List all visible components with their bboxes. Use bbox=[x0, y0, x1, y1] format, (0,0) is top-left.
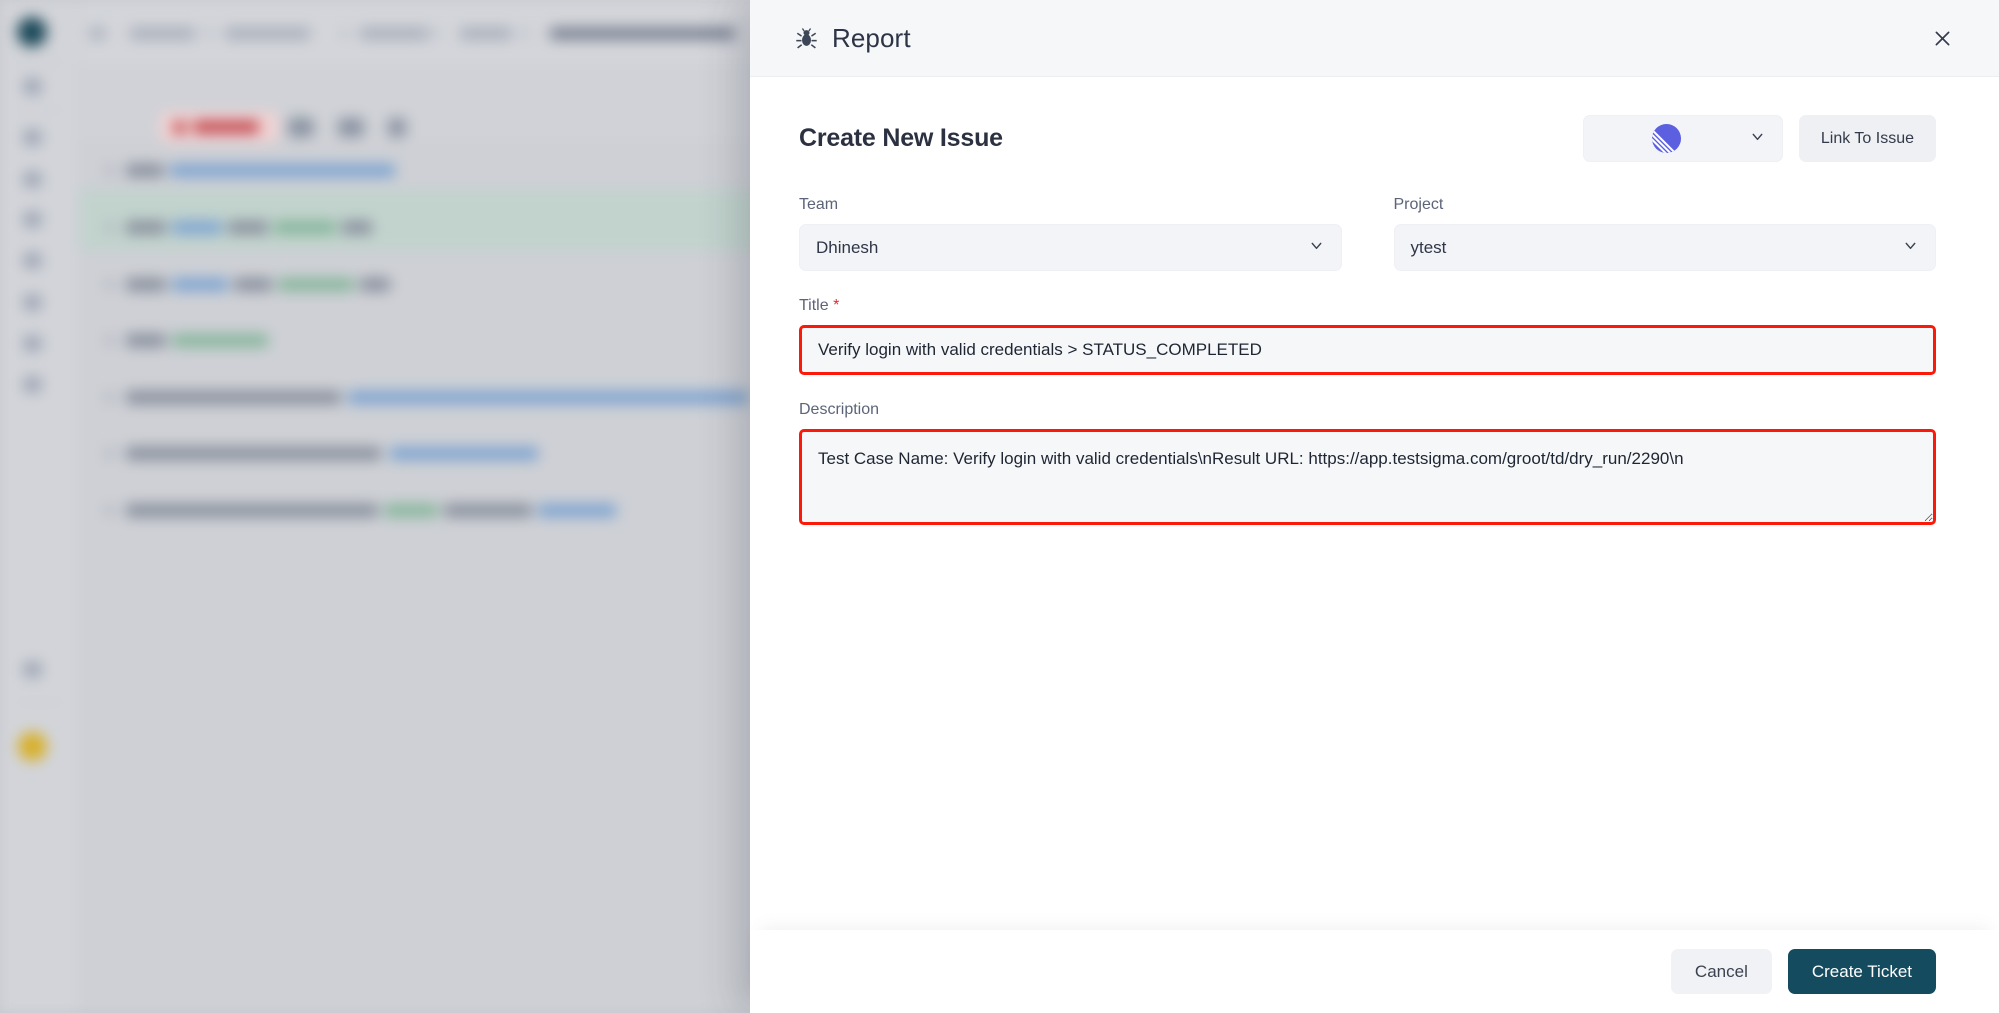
title-field: Title * bbox=[799, 297, 1936, 375]
required-marker: * bbox=[833, 297, 840, 314]
avatar bbox=[18, 732, 47, 761]
team-select[interactable]: Dhinesh bbox=[799, 224, 1342, 271]
create-ticket-button[interactable]: Create Ticket bbox=[1787, 949, 1936, 994]
description-textarea[interactable] bbox=[799, 429, 1936, 525]
bug-icon bbox=[794, 26, 819, 51]
sidebar-item-3 bbox=[24, 172, 41, 187]
toolbar-icon-2 bbox=[338, 118, 364, 137]
team-value: Dhinesh bbox=[816, 237, 879, 257]
chevron-down-icon bbox=[1308, 237, 1325, 259]
toolbar-icon-1 bbox=[288, 118, 314, 137]
toolbar-icon-3 bbox=[388, 118, 406, 137]
project-select[interactable]: ytest bbox=[1393, 224, 1936, 271]
panel-footer: Cancel Create Ticket bbox=[750, 930, 1999, 1013]
section-header: Create New Issue Link To Issue bbox=[799, 115, 1936, 162]
sidebar-item-4 bbox=[24, 212, 41, 227]
sidebar-help-icon bbox=[24, 662, 41, 677]
top-controls: Link To Issue bbox=[1582, 115, 1936, 162]
section-title: Create New Issue bbox=[799, 124, 1003, 152]
sidebar-item-8 bbox=[24, 377, 41, 392]
linear-logo-icon bbox=[1584, 123, 1749, 154]
sidebar-item-7 bbox=[24, 336, 41, 351]
status-dot-icon bbox=[173, 121, 186, 134]
title-input[interactable] bbox=[799, 325, 1936, 375]
sidebar-item-1 bbox=[24, 79, 41, 94]
link-to-issue-button[interactable]: Link To Issue bbox=[1798, 115, 1936, 162]
project-label: Project bbox=[1393, 196, 1444, 213]
close-icon[interactable] bbox=[1925, 21, 1959, 55]
app-logo-icon bbox=[17, 17, 47, 47]
description-field: Description bbox=[799, 401, 1936, 530]
report-panel: Report Create New Issue Link To Issue Te… bbox=[750, 0, 1999, 1013]
title-label: Title * bbox=[799, 297, 840, 314]
app-screen: Report Create New Issue Link To Issue Te… bbox=[0, 0, 1999, 1013]
status-badge-label bbox=[193, 121, 259, 133]
chevron-down-icon bbox=[1749, 128, 1766, 150]
description-label: Description bbox=[799, 401, 880, 418]
project-value: ytest bbox=[1410, 237, 1447, 257]
project-field: Project ytest bbox=[1393, 196, 1936, 271]
team-project-row: Team Dhinesh Project ytest bbox=[799, 196, 1936, 271]
team-field: Team Dhinesh bbox=[799, 196, 1342, 271]
panel-body: Create New Issue Link To Issue Team Dhin… bbox=[750, 77, 1999, 930]
panel-title: Report bbox=[832, 22, 911, 53]
panel-header: Report bbox=[750, 0, 1999, 77]
sidebar-item-5 bbox=[24, 253, 41, 268]
cancel-button[interactable]: Cancel bbox=[1670, 949, 1772, 994]
sidebar-item-2 bbox=[24, 130, 41, 145]
provider-select[interactable] bbox=[1582, 115, 1783, 162]
sidebar-item-6 bbox=[24, 295, 41, 310]
chevron-down-icon bbox=[1902, 237, 1919, 259]
background-sidebar bbox=[0, 0, 80, 1013]
team-label: Team bbox=[799, 196, 839, 213]
